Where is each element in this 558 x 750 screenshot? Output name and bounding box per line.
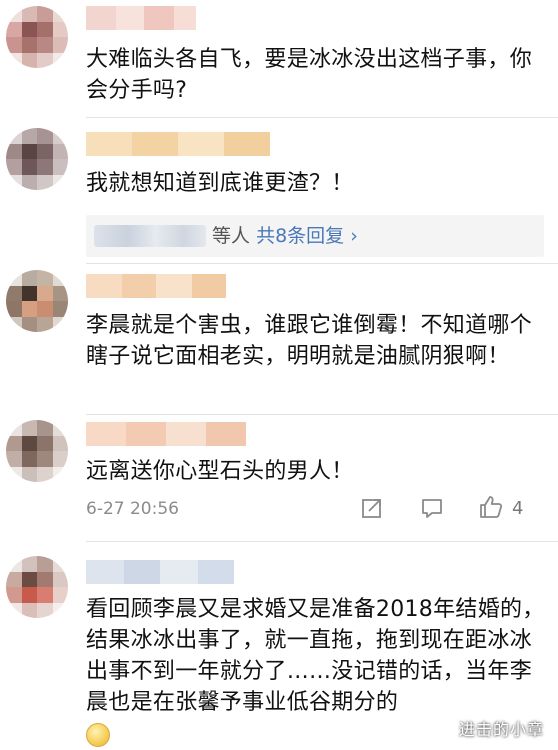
avatar[interactable] [6,556,68,618]
username-blurred[interactable] [86,132,270,156]
comment-text: 大难临头各自飞，要是冰冰没出这档子事，你会分手吗? [86,47,533,103]
watermark: 进击的小章 [458,720,544,739]
comment-text: 我就想知道到底谁更渣？！ [86,171,354,196]
grimace-emoji-icon [86,723,110,747]
avatar[interactable] [6,420,68,482]
comment-item: 远离送你心型石头的男人！ 6-27 20:56 4 [0,414,558,542]
username-blurred[interactable] [86,560,234,584]
username-blurred[interactable] [86,274,226,298]
thumbs-up-icon[interactable] [478,494,504,520]
comment-text: 看回顾李晨又是求婚又是准备2018年结婚的，结果冰冰出事了，就一直拖，拖到现在距… [86,597,545,715]
comment-text: 李晨就是个害虫，谁跟它谁倒霉！不知道哪个瞎子说它面相老实，明明就是油腻阴狠啊！ [86,313,533,369]
view-replies-link[interactable]: 共8条回复 › [256,225,358,247]
reply-users-blurred [94,225,206,247]
username-blurred[interactable] [86,422,246,446]
username-blurred[interactable] [86,6,196,30]
comment-icon[interactable] [420,496,444,520]
avatar[interactable] [6,270,68,332]
reply-prefix: 等人 [212,225,251,247]
comment-item: 李晨就是个害虫，谁跟它谁倒霉！不知道哪个瞎子说它面相老实，明明就是油腻阴狠啊！ [0,264,558,415]
avatar[interactable] [6,128,68,190]
reply-summary-text: 等人 共8条回复 › [212,223,358,249]
reply-summary[interactable]: 等人 共8条回复 › [86,215,544,257]
comment-item: 大难临头各自飞，要是冰冰没出这档子事，你会分手吗? [0,0,558,118]
comment-text: 远离送你心型石头的男人！ [86,459,354,484]
share-icon[interactable] [360,496,384,520]
like-count: 4 [512,498,524,519]
comment-timestamp: 6-27 20:56 [86,499,179,519]
avatar[interactable] [6,6,68,68]
comment-item: 我就想知道到底谁更渣？！ 等人 共8条回复 › [0,118,558,264]
